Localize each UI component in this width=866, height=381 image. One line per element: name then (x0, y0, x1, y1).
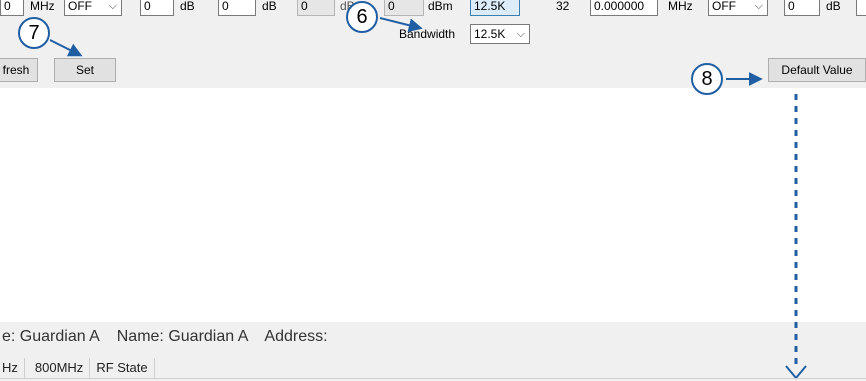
device-info-line: e: Guardian A Name: Guardian A Address: (2, 328, 328, 346)
chevron-down-icon (785, 365, 807, 380)
device-type: e: Guardian A (2, 328, 99, 345)
name-label: Name: (116, 328, 164, 345)
arrow-right-icon (49, 39, 83, 57)
arrow-right-icon (379, 17, 423, 33)
tab-mhz[interactable]: Hz (0, 358, 25, 378)
tab-underline (0, 378, 866, 379)
tab-bar: Hz 800MHz RF State (0, 358, 155, 378)
tab-rf-state[interactable]: RF State (90, 358, 155, 378)
name-value: Guardian A (168, 328, 248, 345)
tab-800mhz[interactable]: 800MHz (25, 358, 91, 378)
address-label: Address: (264, 328, 328, 345)
annotation-arrows (49, 17, 807, 380)
